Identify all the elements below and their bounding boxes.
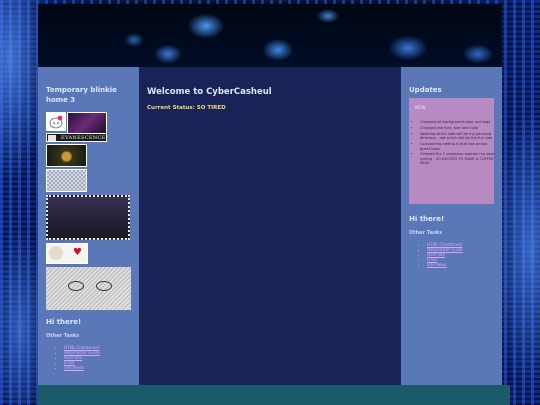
glitter-stamp[interactable]	[46, 169, 87, 192]
updates-heading: Updates	[409, 86, 442, 94]
updates-box: NEW Changed all background color and log…	[409, 98, 496, 204]
current-status: Current Status: SO TIRED	[147, 105, 226, 111]
list-item: Site News	[64, 365, 100, 370]
welcome-title: Welcome to CyberCasheul	[147, 87, 272, 97]
evanescence-blinkie[interactable]: EVANESCENCE	[46, 133, 107, 142]
right-links-list: HTML Cheatsheet Webmaster Guide Host Sit…	[419, 242, 463, 267]
left-other-tasks-label: Other Tasks	[46, 333, 80, 339]
hello-kitty-stamp[interactable]	[46, 112, 66, 131]
main-content: Welcome to CyberCasheul Current Status: …	[139, 67, 401, 385]
jellyfish-banner-image	[38, 4, 502, 67]
list-item: Site News	[427, 262, 463, 267]
right-hi-there-heading: Hi there!	[409, 215, 445, 223]
hello-kitty-icon	[49, 115, 63, 129]
list-item: Deleting which side will be my personal …	[420, 132, 496, 141]
blinkie-home-title: Temporary blinkie home 3	[46, 86, 117, 104]
right-other-tasks-label: Other Tasks	[409, 230, 443, 236]
left-hi-there-heading: Hi there!	[46, 318, 82, 326]
list-item: Considering adding a chat box and/or gue…	[420, 142, 496, 151]
purple-blinkie[interactable]	[67, 112, 107, 134]
link-site-news[interactable]: Site News	[64, 365, 84, 370]
footer-bar	[38, 385, 510, 405]
updates-list: Changed all background color and logo Ch…	[415, 120, 496, 167]
list-item: Ordered the 2 snapshop stamps I've been …	[420, 152, 496, 165]
evanescence-label: EVANESCENCE	[61, 135, 106, 141]
updates-box-title: NEW	[415, 106, 426, 111]
right-sidebar: Updates NEW Changed all background color…	[401, 67, 502, 385]
list-item: Changed all background color and logo	[420, 120, 496, 124]
left-sidebar: Temporary blinkie home 3 EVANESCENCE ♥ H…	[38, 67, 139, 385]
puppy-icon	[49, 246, 63, 260]
left-links-list: HTML Cheatsheet Webmaster Guide Host Sit…	[56, 345, 100, 370]
golden-lamp-stamp[interactable]	[46, 144, 87, 167]
anime-face-icon	[48, 135, 56, 141]
anime-eye-right	[96, 281, 112, 291]
anime-sketch-stamp[interactable]	[46, 267, 131, 310]
puppy-heart-stamp[interactable]: ♥	[46, 243, 88, 264]
list-item: Changed the font, size and color	[420, 126, 496, 130]
link-site-news[interactable]: Site News	[427, 262, 447, 267]
dark-forest-stamp[interactable]	[46, 195, 130, 240]
anime-eye-left	[68, 281, 84, 291]
heart-icon: ♥	[73, 247, 82, 258]
page-container: Temporary blinkie home 3 EVANESCENCE ♥ H…	[38, 4, 502, 385]
